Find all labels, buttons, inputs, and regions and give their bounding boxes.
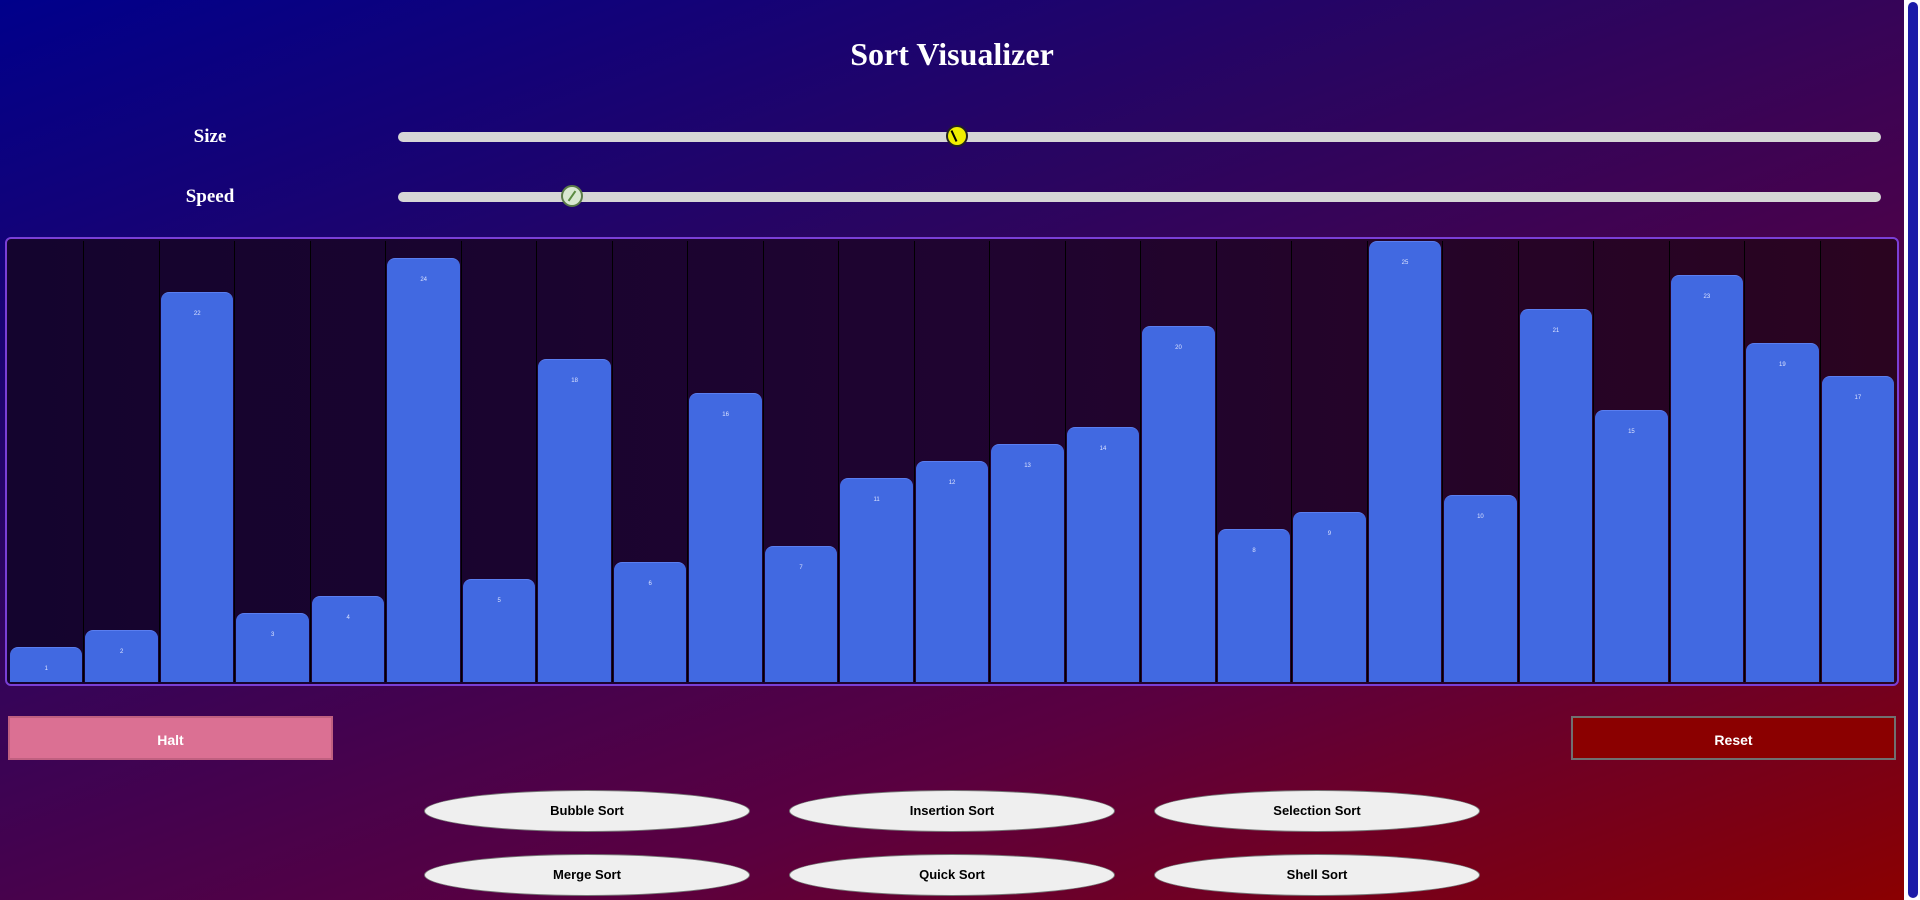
bar: 17 [1821,376,1895,682]
bar-slot: 1 [9,241,85,682]
selection-sort-button[interactable]: Selection Sort [1154,790,1480,832]
bar-value-label: 20 [1175,344,1182,351]
bar-slot: 24 [386,241,462,682]
page-scrollbar[interactable] [1904,0,1920,900]
bar-slot: 23 [1670,241,1746,682]
bar-slot: 7 [764,241,840,682]
bar: 3 [236,613,309,682]
bar-value-label: 23 [1703,293,1711,300]
reset-button[interactable]: Reset [1571,716,1896,760]
shell-sort-button[interactable]: Shell Sort [1154,854,1480,896]
bar-value-label: 3 [271,632,275,639]
bar-value-label: 25 [1401,260,1409,266]
bar-slot: 25 [1368,241,1444,682]
speed-slider-row: Speed [0,182,1904,212]
speed-slider-thumb[interactable] [560,185,583,207]
bar: 13 [991,444,1064,682]
bar-slot: 15 [1594,241,1670,682]
speed-slider[interactable] [398,185,1881,207]
size-slider-row: Size [0,122,1904,152]
bar-value-label: 18 [571,378,578,385]
bar-slot: 4 [311,241,387,682]
bar-chart-area: 1 2 22 3 4 24 5 18 6 16 7 11 12 13 14 20 8 9 25 10 21 15 23 19 1… [5,237,1899,686]
size-slider-label: Size [193,126,227,147]
quick-sort-button[interactable]: Quick Sort [789,854,1115,896]
bar-slot: 3 [235,241,311,682]
bar: 12 [915,460,989,682]
bar: 19 [1746,342,1819,682]
merge-sort-button[interactable]: Merge Sort [424,854,750,896]
bar-slot: 16 [688,241,764,682]
bar-value-label: 7 [799,564,803,571]
bar-slot: 5 [462,241,538,682]
bar-value-label: 12 [948,479,956,486]
bar: 9 [1293,511,1366,682]
bar-value-label: 24 [420,276,427,283]
bar: 24 [387,257,460,682]
bar: 21 [1519,308,1593,682]
bar: 25 [1368,241,1442,682]
bar: 20 [1142,325,1215,682]
bar-slot: 11 [839,241,915,682]
bar-value-label: 15 [1628,429,1635,436]
bar-value-label: 13 [1024,463,1031,469]
bar: 14 [1066,427,1140,682]
bar-slot: 12 [915,241,991,682]
bar-value-label: 6 [648,581,652,588]
bar-value-label: 8 [1252,547,1256,554]
bar-value-label: 14 [1099,446,1107,453]
bar-value-label: 4 [346,615,350,622]
bar: 4 [311,596,385,682]
bar: 6 [613,562,687,682]
bar: 1 [10,647,83,682]
bar-value-label: 19 [1779,361,1786,368]
bar-slot: 22 [160,241,236,682]
bar: 7 [764,545,838,682]
insertion-sort-button[interactable]: Insertion Sort [789,790,1115,832]
bar-value-label: 2 [120,649,124,656]
bars: 1 2 22 3 4 24 5 18 6 16 7 11 12 13 14 20 8 9 25 10 21 15 23 19 1… [9,241,1895,682]
halt-button[interactable]: Halt [8,716,333,760]
bar-slot: 18 [537,241,613,682]
bar-value-label: 16 [722,412,729,419]
bar-slot: 17 [1821,241,1895,682]
bar-slot: 14 [1066,241,1142,682]
bar: 23 [1670,274,1744,682]
speed-slider-label: Speed [185,186,235,207]
bar-slot: 6 [613,241,689,682]
bar-slot: 8 [1217,241,1293,682]
bar-slot: 2 [84,241,160,682]
bar: 22 [160,291,234,682]
bar: 5 [462,579,536,682]
bar: 8 [1217,528,1291,682]
bar-slot: 21 [1519,241,1595,682]
page-title: Sort Visualizer [850,36,1054,72]
bar: 10 [1444,494,1517,682]
bar-value-label: 9 [1327,530,1332,537]
size-slider[interactable] [398,125,1881,147]
bar-slot: 13 [990,241,1066,682]
bar-slot: 19 [1745,241,1821,682]
bubble-sort-button[interactable]: Bubble Sort [424,790,750,832]
bar: 18 [538,359,611,682]
size-slider-thumb[interactable] [946,125,969,147]
bar-value-label: 21 [1552,327,1560,334]
bar-value-label: 17 [1854,395,1862,402]
bar: 11 [840,477,913,682]
bar-slot: 10 [1443,241,1519,682]
bar-value-label: 1 [44,666,48,672]
bar-value-label: 22 [193,310,201,317]
scrollbar-thumb[interactable] [1908,2,1918,898]
bar: 15 [1595,410,1668,682]
bar-slot: 9 [1292,241,1368,682]
bar-value-label: 10 [1477,513,1484,520]
bar: 2 [85,630,158,682]
bar-value-label: 5 [497,598,501,605]
bar-slot: 20 [1141,241,1217,682]
bar: 16 [689,393,762,682]
bar-value-label: 11 [873,496,880,503]
